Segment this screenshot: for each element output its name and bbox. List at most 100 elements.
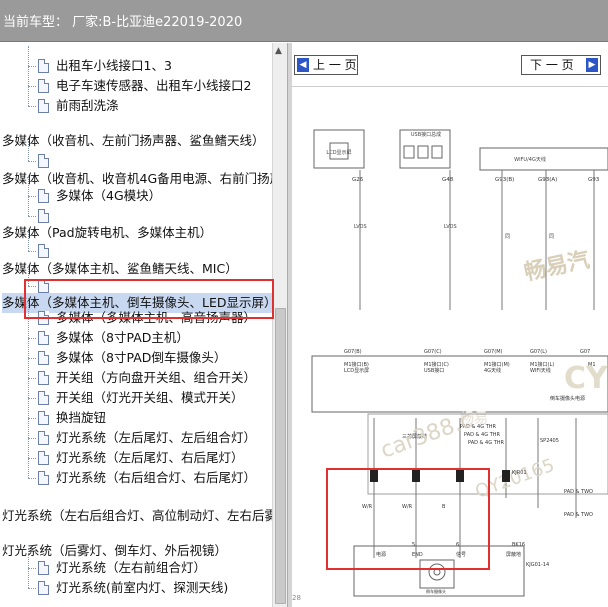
scroll-thumb[interactable] <box>275 308 286 604</box>
tree-leaf-item[interactable]: 多媒体（8寸PAD主机） <box>0 318 287 348</box>
pin-g93a: G93(A) <box>538 177 557 183</box>
lcd-box <box>313 129 365 169</box>
tree-connector <box>28 378 29 398</box>
document-icon <box>38 244 49 258</box>
tree-connector <box>28 398 36 399</box>
tree-leaf-item[interactable]: 换挡旋钮 <box>0 398 287 428</box>
tree-connector <box>28 358 29 378</box>
tree-leaf-item[interactable]: 灯光系统（左后尾灯、右后尾灯） <box>0 438 287 468</box>
mid-pin-5: G07 <box>580 349 590 355</box>
tree-group-item[interactable]: 多媒体（收音机、左前门扬声器、鲨鱼鳍天线） <box>0 131 287 151</box>
tree-item-label: 开关组（灯光开关组、模式开关） <box>56 390 244 405</box>
watermark-3: car388.c <box>378 407 476 463</box>
tree-item-label: 多媒体（4G模块） <box>56 188 162 203</box>
tree-item-label: 开关组（方向盘开关组、组合开关） <box>56 370 257 385</box>
document-icon <box>38 561 49 575</box>
mid-pin-4: G07(L) <box>530 349 547 355</box>
tree-group-item[interactable]: 灯光系统（左右后组合灯、高位制动灯、左右后雾灯） <box>0 506 287 526</box>
tree-leaf-item[interactable]: 多媒体（8寸PAD倒车摄像头） <box>0 338 287 368</box>
tree-connector <box>28 196 29 216</box>
document-icon <box>38 189 49 203</box>
tree-item-label: 前雨刮洗涤 <box>56 98 119 113</box>
tree-item-label: 灯光系统（右后组合灯、右后尾灯） <box>56 470 257 485</box>
tree-connector <box>28 231 29 251</box>
usb-port-1 <box>403 145 415 159</box>
tree-connector <box>28 438 36 439</box>
tree-connector <box>28 141 29 161</box>
tree-connector <box>28 66 36 67</box>
tree-connector <box>28 66 29 86</box>
tree-connector <box>28 378 36 379</box>
document-icon <box>38 79 49 93</box>
document-icon <box>38 331 49 345</box>
camera-pin-shield: 屏蔽地 <box>506 551 521 558</box>
document-icon <box>38 99 49 113</box>
tree-item-label: 灯光系统（左右前组合灯） <box>56 560 207 575</box>
document-icon <box>38 471 49 485</box>
tree-connector <box>28 438 29 458</box>
pin-g48: G48 <box>442 177 454 183</box>
tree-leaf-item[interactable]: 出租车小线接口1、3 <box>0 46 287 76</box>
camera-name: 倒车摄像头 <box>426 588 446 594</box>
watermark-cy: CY <box>564 361 608 396</box>
tree-connector <box>28 106 36 107</box>
tree-connector <box>28 568 36 569</box>
document-icon <box>38 411 49 425</box>
tree-item-label: 灯光系统(前室内灯、探测天线) <box>56 580 229 595</box>
ground-label: BK16 <box>512 542 525 548</box>
tree-group-item[interactable]: 多媒体（Pad旋转电机、多媒体主机） <box>0 223 287 243</box>
highlight-box-camera <box>326 468 490 570</box>
scroll-up-arrow-icon[interactable]: ▲ <box>275 46 282 56</box>
tree-scrollbar[interactable]: ▲ <box>272 43 287 607</box>
arrow-left-icon: ◀ <box>297 58 309 72</box>
tree-leaf-item[interactable] <box>0 231 287 261</box>
tree-leaf-item[interactable]: 灯光系统（右后组合灯、右后尾灯） <box>0 458 287 488</box>
right-label-2: PAD & TWO <box>564 512 593 518</box>
wire-right-3: PAD & 4G THR <box>468 440 505 446</box>
next-page-button[interactable]: 下 一 页 ▶ <box>521 55 601 75</box>
document-icon <box>38 451 49 465</box>
tree-leaf-item[interactable]: 电子车速传感器、出租车小线接口2 <box>0 66 287 96</box>
tree-connector <box>28 86 29 106</box>
pin-g26: G26 <box>352 177 364 183</box>
mid-sub-2: USB接口 <box>424 367 444 374</box>
page-nav-bar: ◀ 上 一 页 下 一 页 ▶ <box>292 43 608 87</box>
bottom-number: 28 <box>292 594 301 602</box>
mid-label-4: M1接口(L) <box>530 361 554 368</box>
document-icon <box>38 59 49 73</box>
tree-leaf-item[interactable]: 多媒体（4G模块） <box>0 176 287 206</box>
tree-connector <box>28 176 29 196</box>
box-label-wifi: WIFU/4G天线 <box>514 156 546 163</box>
wire-label-coax-2: 同 <box>549 234 554 240</box>
tree-connector <box>28 318 29 338</box>
title-bar: 当前车型： 厂家:B-比亚迪e22019-2020 <box>0 0 608 42</box>
tree-connector <box>28 418 29 438</box>
tree-connector <box>28 568 29 588</box>
wire-label-lvds-2: LVDS <box>444 224 457 230</box>
tree-connector <box>28 478 36 479</box>
tree-leaf-item[interactable]: 灯光系统（左后尾灯、左后组合灯） <box>0 418 287 448</box>
document-icon <box>38 581 49 595</box>
tree-leaf-item[interactable]: 灯光系统(前室内灯、探测天线) <box>0 568 287 598</box>
tree-leaf-item[interactable]: 灯光系统（左右前组合灯） <box>0 548 287 578</box>
mid-sub-1: LCD显示屏 <box>344 368 369 374</box>
tree-connector <box>28 398 29 418</box>
prev-page-button[interactable]: ◀ 上 一 页 <box>294 55 358 75</box>
tree-connector <box>28 216 36 217</box>
tree-connector <box>28 338 29 358</box>
mid-pin-2: G07(C) <box>424 349 442 355</box>
document-icon <box>38 209 49 223</box>
mid-sub-4: WIFI天线 <box>530 367 551 374</box>
tree-leaf-item[interactable]: 开关组（灯光开关组、模式开关） <box>0 378 287 408</box>
circuit-tree[interactable]: 出租车小线接口1、3 电子车速传感器、出租车小线接口2 前雨刮洗涤多媒体（收音机、左… <box>0 43 288 607</box>
tree-item-label: 多媒体（8寸PAD主机） <box>56 330 189 345</box>
tree-connector <box>28 161 36 162</box>
document-icon <box>38 431 49 445</box>
tree-leaf-item[interactable]: 开关组（方向盘开关组、组合开关） <box>0 358 287 388</box>
window-title: 当前车型： 厂家:B-比亚迪e22019-2020 <box>3 15 243 30</box>
tree-leaf-item[interactable]: 前雨刮洗涤 <box>0 86 287 116</box>
wire-label-coax-1: 同 <box>505 234 510 240</box>
tree-leaf-item[interactable] <box>0 141 287 171</box>
document-icon <box>38 154 49 168</box>
ground-pin: KJG01-14 <box>526 562 549 568</box>
